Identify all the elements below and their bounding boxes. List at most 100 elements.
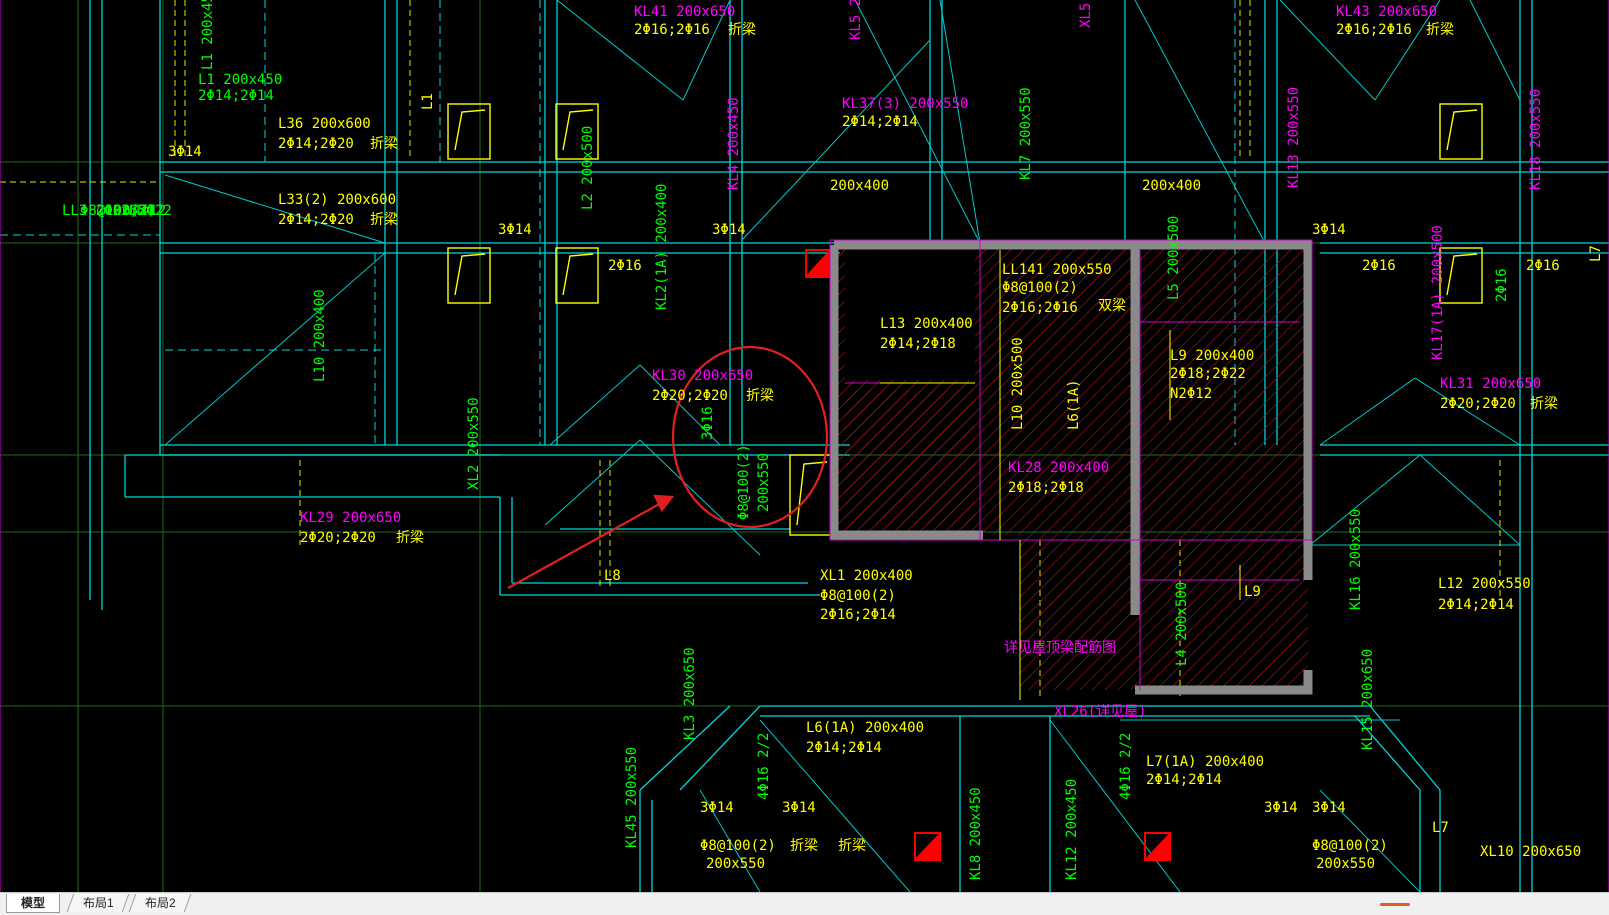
beam-label: 200x400: [1142, 178, 1201, 194]
beam-label-vertical: L4 200x500: [1174, 582, 1190, 666]
layout-tab-bar: 模型 布局1 布局2: [0, 892, 1609, 915]
beam-label: 详见屋顶梁配筋图: [1004, 639, 1116, 656]
beam-label-vertical: KL15 200x650: [1360, 649, 1376, 750]
beam-label-vertical: L6(1A): [1066, 379, 1082, 430]
beam-label: KL29 200x650: [300, 510, 401, 526]
tab-model[interactable]: 模型: [6, 894, 60, 913]
beam-label: L13 200x400: [880, 316, 973, 332]
beam-label-vertical: Φ8@100(2): [736, 444, 752, 520]
tab-layout1[interactable]: 布局1: [66, 894, 130, 912]
beam-label: KL31 200x650: [1440, 376, 1541, 392]
beam-label: 2Φ16;2Φ16: [634, 22, 710, 38]
beam-label: 3Φ14: [168, 144, 202, 160]
beam-label: 200x550: [706, 856, 765, 872]
beam-label: 2Φ16;2Φ16: [1002, 300, 1078, 316]
beam-label: L6(1A) 200x400: [806, 720, 924, 736]
beam-label: L8: [604, 568, 621, 584]
beam-label: Φ8@100(2): [820, 588, 896, 604]
beam-label-vertical: L5 200x500: [1166, 216, 1182, 300]
beam-label-vertical: 3Φ16: [700, 406, 716, 440]
beam-label: 200x550: [1316, 856, 1375, 872]
beam-label: 折梁: [1426, 22, 1454, 38]
beam-label: 2Φ16: [1362, 258, 1396, 274]
tab-layout2-label: 布局2: [144, 896, 176, 910]
beam-label: 3Φ14: [712, 222, 746, 238]
beam-label: 折梁: [838, 838, 866, 854]
beam-label-vertical: L7: [1588, 245, 1604, 262]
beam-label: 2Φ16: [1526, 258, 1560, 274]
beam-label: 双梁: [1098, 298, 1126, 314]
beam-label: Φ8@100(2): [700, 838, 776, 854]
beam-label: 折梁: [396, 530, 424, 546]
beam-label-vertical: KL17(1A) 200x500: [1430, 225, 1446, 360]
beam-label: 折梁: [370, 212, 398, 228]
beam-label-vertical: KL12 200x450: [1064, 779, 1080, 880]
beam-label: 3Φ14: [1312, 800, 1346, 816]
beam-label: L36 200x600: [278, 116, 371, 132]
beam-label: L12 200x550: [1438, 576, 1531, 592]
beam-label-vertical: L10 200x500: [1010, 337, 1026, 430]
beam-label: 2Φ14;2Φ14: [198, 88, 274, 104]
beam-label: 2Φ20;2Φ20: [652, 388, 728, 404]
grid-lines: [0, 0, 1609, 892]
beam-label: N2Φ12: [1170, 386, 1212, 402]
beam-label-vertical: KL5 200x6: [848, 0, 864, 40]
tab-layout2[interactable]: 布局2: [128, 894, 192, 912]
beam-label: L7: [1432, 820, 1449, 836]
beam-label: 2Φ14;2Φ20: [278, 212, 354, 228]
beam-label-vertical: KL13 200x550: [1286, 87, 1302, 188]
beam-label: XL26(详见屋): [1054, 704, 1147, 720]
beam-label: L9 200x400: [1170, 348, 1254, 364]
beam-label-vertical: KL8 200x450: [968, 787, 984, 880]
beam-label: 2Φ14;2Φ14: [1438, 597, 1514, 613]
beam-label: L33(2) 200x600: [278, 192, 396, 208]
beam-label-vertical: KL45 200x550: [624, 747, 640, 848]
scroll-mark: [1380, 903, 1410, 906]
cad-drawing-canvas[interactable]: KL41 200x650 2Φ16;2Φ16 折梁 KL43 200x650 2Φ16;…: [0, 0, 1609, 892]
beam-label: 2Φ14;2Φ20: [278, 136, 354, 152]
beam-label: 2Φ20;2Φ20: [1440, 396, 1516, 412]
beam-label: KL28 200x400: [1008, 460, 1109, 476]
beam-label: 2Φ16;2Φ16: [1336, 22, 1412, 38]
beam-label: Φ8@100(2): [1312, 838, 1388, 854]
beam-label: XL10 200x650: [1480, 844, 1581, 860]
beam-label-vertical: 2Φ16: [1494, 268, 1510, 302]
beam-label-vertical: KL16 200x550: [1348, 509, 1364, 610]
beam-label: L7(1A) 200x400: [1146, 754, 1264, 770]
beam-label: L1 200x450: [198, 72, 282, 88]
beam-label-vertical: KL18 200x550: [1528, 89, 1544, 190]
beam-label-vertical: L2 200x500: [580, 126, 596, 210]
beam-label: 折梁: [790, 838, 818, 854]
beam-label: 2Φ14;2Φ14: [842, 114, 918, 130]
tab-layout1-label: 布局1: [82, 896, 114, 910]
beam-label-vertical: L10 200x400: [312, 289, 328, 382]
beam-label: 2Φ14;2Φ18: [880, 336, 956, 352]
beam-label-vertical: XL5: [1078, 3, 1094, 28]
beam-label: 3Φ14: [498, 222, 532, 238]
beam-label-vertical: KL3 200x650: [682, 647, 698, 740]
cad-drawing: KL41 200x650 2Φ16;2Φ16 折梁 KL43 200x650 2Φ16;…: [0, 0, 1609, 892]
beam-label: 2Φ14;2Φ14: [806, 740, 882, 756]
beam-label: 2Φ20;2Φ20: [300, 530, 376, 546]
beam-label: 2Φ18;2Φ22: [1170, 366, 1246, 382]
beam-label: L9: [1244, 584, 1261, 600]
beam-label: LL141 200x550: [1002, 262, 1112, 278]
beam-label: 2Φ16: [608, 258, 642, 274]
beam-label: KL30 200x650: [652, 368, 753, 384]
beam-label: 3Φ14: [1264, 800, 1298, 816]
beam-label: 折梁: [746, 388, 774, 404]
beam-label: Φ8@100(2): [1002, 280, 1078, 296]
beam-label: 折梁: [370, 136, 398, 152]
beam-label-vertical: XL2 200x550: [466, 397, 482, 490]
beam-label-vertical: L1 200x450: [200, 0, 216, 70]
beam-label: KL37(3) 200x550: [842, 96, 968, 112]
beam-label: N4Φ12: [124, 203, 166, 219]
beam-label: KL41 200x650: [634, 4, 735, 20]
beam-label-vertical: 200x550: [756, 453, 772, 512]
beam-label-vertical: 4Φ16 2/2: [1118, 733, 1134, 800]
beam-label: 折梁: [1530, 396, 1558, 412]
beam-label: 2Φ16;2Φ14: [820, 607, 896, 623]
beam-label: 2Φ18;2Φ18: [1008, 480, 1084, 496]
beam-label: 3Φ14: [1312, 222, 1346, 238]
beam-label-vertical: L1: [420, 93, 436, 110]
